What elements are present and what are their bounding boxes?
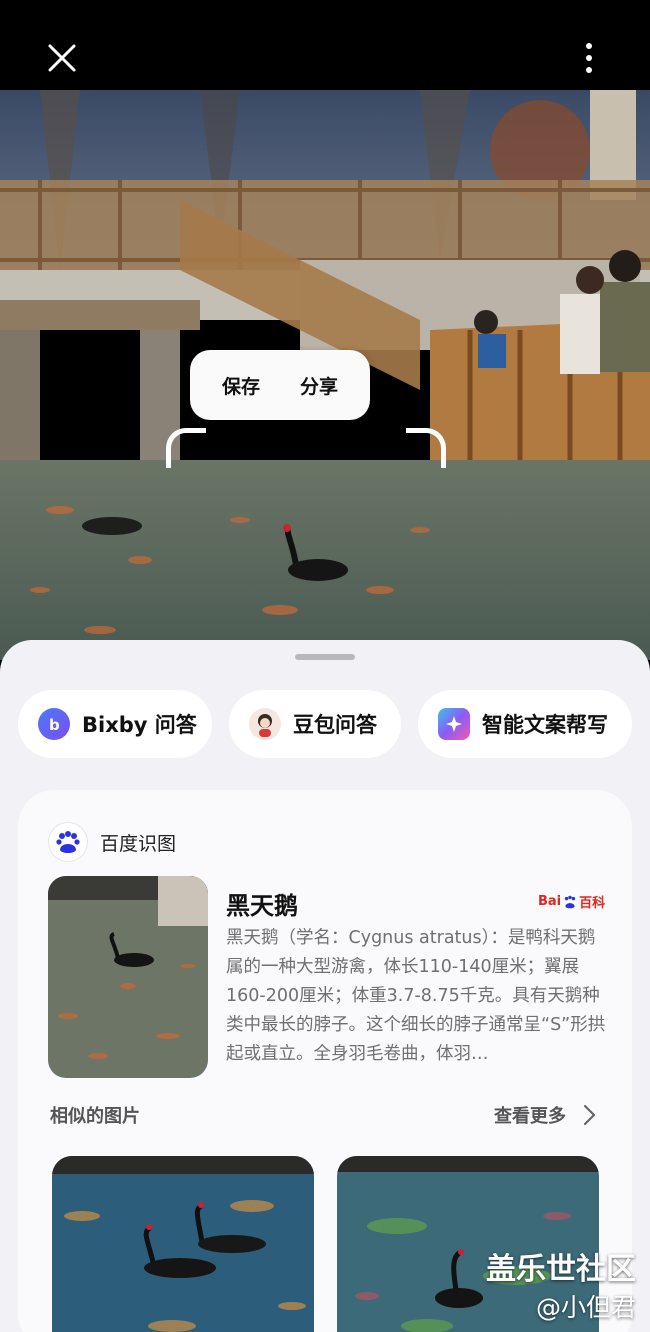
card-header: 百度识图 [48,822,176,862]
see-more-label: 查看更多 [494,1106,566,1127]
sheet-drag-handle[interactable] [295,654,355,660]
close-icon [48,44,76,72]
result-description: 黑天鹅（学名：Cygnus atratus）：是鸭科天鹅属的一种大型游禽，体长1… [226,928,606,1064]
ai-writing-chip[interactable]: 智能文案帮写 [418,690,632,758]
chip-label: 智能文案帮写 [482,713,608,737]
save-button[interactable]: 保存 [222,372,260,399]
context-menu: 保存 分享 [190,350,370,420]
similar-images-title: 相似的图片 [50,1106,140,1127]
similar-images-header: 相似的图片 查看更多 [50,1102,602,1128]
see-more-button[interactable]: 查看更多 [494,1102,602,1128]
similar-image[interactable] [52,1156,314,1332]
more-vertical-icon [586,43,592,73]
more-options-button[interactable] [572,38,606,80]
result-thumbnail[interactable] [48,876,208,1078]
community-watermark: 盖乐世社区 @小但君 [486,1244,636,1324]
baike-text-bai: Bai [538,894,562,909]
doubao-avatar-icon [249,708,281,740]
source-label: 百度识图 [100,832,177,855]
watermark-main: 盖乐世社区 [486,1252,636,1287]
baidu-paw-icon [48,822,88,862]
share-button[interactable]: 分享 [300,372,338,399]
action-chips: b Bixby 问答 豆包问答 智能文案帮写 [0,690,650,760]
result-title: 黑天鹅 [226,892,298,920]
close-button[interactable] [40,38,82,80]
chevron-right-icon [583,1104,596,1126]
watermark-author: @小但君 [535,1293,636,1322]
top-bar [0,0,650,90]
doubao-qa-chip[interactable]: 豆包问答 [229,690,401,758]
chip-label: Bixby 问答 [82,713,197,737]
svg-text:b: b [49,716,60,734]
baidu-baike-logo: Bai du 百科 [538,892,605,911]
baidu-paw-icon [564,895,576,908]
selection-corner-top-left[interactable] [166,428,206,468]
ai-writing-icon [438,708,470,740]
chip-label: 豆包问答 [293,713,377,737]
baike-text-baike: 百科 [579,896,606,911]
bixby-icon: b [38,708,70,740]
results-sheet: b Bixby 问答 豆包问答 智能文案帮写 百度识图 黑天鹅 Bai 百科 黑… [0,640,650,1332]
selection-corner-top-right[interactable] [406,428,446,468]
bixby-qa-chip[interactable]: b Bixby 问答 [18,690,212,758]
